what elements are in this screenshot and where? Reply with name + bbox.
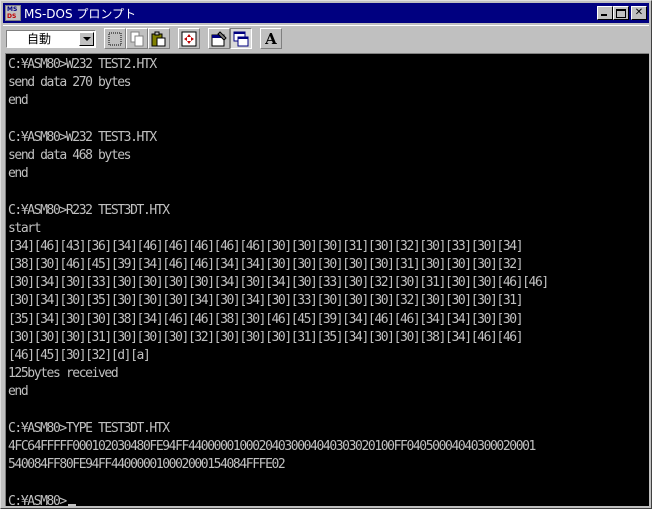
- console-line: [30][30][30][31][30][30][30][32][30][30]…: [8, 329, 524, 345]
- background-icon: [233, 31, 249, 46]
- minimize-button[interactable]: [597, 6, 613, 20]
- console-line: [30][34][30][35][30][30][30][34][30][34]…: [8, 293, 524, 309]
- console-output[interactable]: C:¥ASM80>W232 TEST2.HTX send data 270 byt…: [5, 53, 649, 506]
- console-line: [30][34][30][33][30][30][30][30][34][30]…: [8, 275, 549, 291]
- console-line: [46][45][30][32][d][a]: [8, 348, 151, 363]
- close-button[interactable]: ✕: [631, 6, 647, 20]
- toolbar: 自動 A: [3, 25, 649, 51]
- text-cursor: [67, 503, 76, 506]
- maximize-button[interactable]: [613, 6, 629, 20]
- font-icon: A: [265, 29, 277, 48]
- font-button[interactable]: A: [260, 28, 282, 49]
- msdos-window: MS DS MS-DOS プロンプト ✕ 自動 A C:¥ASM80>W232 …: [0, 0, 652, 509]
- console-line: 540084FF80FE94FF440000010002000154084FFF…: [8, 457, 286, 473]
- console-line: end: [8, 93, 29, 109]
- console-line: C:¥ASM80>TYPE TEST3DT.HTX: [8, 420, 170, 436]
- console-line: end: [8, 384, 29, 400]
- console-line: start: [8, 220, 42, 236]
- chevron-down-icon[interactable]: [79, 31, 94, 46]
- copy-icon: [130, 31, 144, 46]
- console-line: C:¥ASM80>W232 TEST3.HTX: [8, 129, 157, 145]
- console-line: C:¥ASM80>R232 TEST3DT.HTX: [8, 202, 170, 218]
- console-line: [38][30][46][45][39][34][46][46][34][34]…: [8, 257, 524, 273]
- fullscreen-button[interactable]: [178, 28, 200, 49]
- console-line: [35][34][30][30][38][34][46][46][38][30]…: [8, 311, 524, 327]
- window-title: MS-DOS プロンプト: [24, 6, 137, 21]
- console-line: end: [8, 166, 29, 182]
- console-line: send data 468 bytes: [8, 147, 132, 163]
- paste-icon: [151, 31, 166, 46]
- msdos-icon[interactable]: MS DS: [5, 5, 21, 21]
- mark-button[interactable]: [104, 28, 126, 49]
- console-line: [34][46][43][36][34][46][46][46][46][46]…: [8, 238, 524, 254]
- console-line: send data 270 bytes: [8, 75, 132, 91]
- console-line: C:¥ASM80>: [8, 493, 548, 506]
- console-text: C:¥ASM80>W232 TEST2.HTX send data 270 byt…: [8, 56, 549, 506]
- console-line: 125bytes received: [8, 366, 119, 382]
- mark-icon: [108, 32, 122, 45]
- console-line: 4FC64FFFFF000102030480FE94FF440000010002…: [8, 438, 536, 454]
- properties-icon: [211, 30, 227, 46]
- console-line: C:¥ASM80>W232 TEST2.HTX: [8, 57, 157, 72]
- title-bar[interactable]: MS DS MS-DOS プロンプト ✕: [3, 3, 649, 23]
- font-size-select[interactable]: 自動: [6, 29, 96, 48]
- font-size-value: 自動: [27, 32, 52, 46]
- copy-button[interactable]: [126, 28, 148, 49]
- properties-button[interactable]: [208, 28, 230, 49]
- background-button[interactable]: [230, 28, 252, 49]
- paste-button[interactable]: [148, 28, 170, 49]
- fullscreen-icon: [181, 31, 197, 46]
